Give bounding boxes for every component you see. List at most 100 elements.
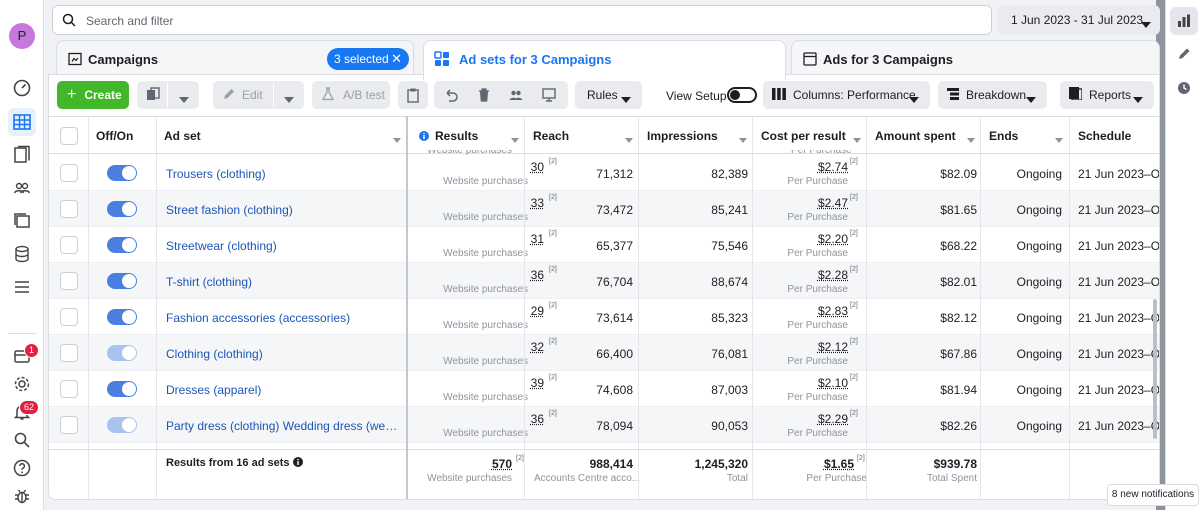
create-button[interactable]: + Create [57, 81, 129, 109]
chevron-down-icon [909, 92, 919, 106]
table-row[interactable]: Trousers (clothing) 30 [2] Website purchase… [49, 155, 1159, 191]
bug-report-icon[interactable] [8, 482, 36, 510]
ad-set-toggle[interactable] [107, 417, 137, 433]
vertical-scrollbar[interactable] [1153, 299, 1157, 439]
results-sub: Website purchases [443, 284, 528, 295]
ad-set-name-link[interactable]: Clothing (clothing) [166, 347, 398, 361]
reports-dropdown[interactable]: Reports [1060, 81, 1154, 109]
ad-set-name-link[interactable]: Trousers (clothing) [166, 167, 398, 181]
col-cost-per-result[interactable]: Cost per result [761, 129, 846, 143]
settings-gear-icon[interactable] [8, 370, 36, 398]
ad-set-toggle[interactable] [107, 165, 137, 181]
history-clock-icon[interactable] [1170, 74, 1198, 102]
sort-icon[interactable] [739, 132, 747, 146]
ad-set-name-link[interactable]: Street fashion (clothing) [166, 203, 398, 217]
col-off-on[interactable]: Off/On [96, 129, 133, 143]
info-icon[interactable] [292, 457, 303, 467]
amount-spent-value: $82.09 [940, 167, 977, 181]
table-row[interactable]: Streetwear (clothing) 31 [2] Website purcha… [49, 227, 1159, 263]
col-reach[interactable]: Reach [533, 129, 569, 143]
col-results[interactable]: Results [435, 129, 478, 143]
ad-set-name-link[interactable]: Party dress (clothing) Wedding dress (we… [166, 419, 398, 433]
view-setup-toggle[interactable] [727, 87, 757, 103]
table-row[interactable]: Street fashion (clothing) 33 [2] Website pu… [49, 191, 1159, 227]
search-nav-icon[interactable] [8, 426, 36, 454]
results-value: 36 [530, 412, 544, 426]
ad-set-name-link[interactable]: Dresses (apparel) [166, 383, 398, 397]
sort-icon[interactable] [625, 132, 633, 146]
table-row[interactable]: Party dress (clothing) Wedding dress (we… [49, 407, 1159, 443]
ad-set-toggle[interactable] [107, 309, 137, 325]
audiences-icon[interactable] [8, 174, 36, 202]
col-ends[interactable]: Ends [989, 129, 1018, 143]
cpr-sub: Per Purchase [787, 212, 848, 223]
row-checkbox[interactable] [60, 200, 78, 218]
ad-set-name-link[interactable]: Streetwear (clothing) [166, 239, 398, 253]
rules-dropdown[interactable]: Rules [575, 81, 642, 109]
row-checkbox[interactable] [60, 416, 78, 434]
menu-icon[interactable] [8, 273, 36, 301]
trash-icon[interactable] [476, 87, 492, 106]
clear-selection-icon[interactable]: ✕ [391, 51, 402, 67]
row-checkbox[interactable] [60, 272, 78, 290]
help-icon[interactable] [8, 454, 36, 482]
ad-set-toggle[interactable] [107, 273, 137, 289]
col-schedule[interactable]: Schedule [1078, 129, 1131, 143]
row-checkbox[interactable] [60, 236, 78, 254]
col-amount-spent[interactable]: Amount spent [875, 129, 956, 143]
ad-set-name-link[interactable]: Fashion accessories (accessories) [166, 311, 398, 325]
sort-icon[interactable] [1055, 132, 1063, 146]
avatar[interactable]: P [9, 23, 35, 49]
table-row[interactable]: Dresses (apparel) 39 [2] Website purchases 7… [49, 371, 1159, 407]
horizontal-scrollbar[interactable] [393, 499, 1055, 500]
table-row[interactable]: Fashion accessories (accessories) 29 [2] We… [49, 299, 1159, 335]
sort-icon[interactable] [393, 132, 401, 146]
preview-icon[interactable] [541, 87, 557, 106]
edit-button[interactable]: Edit [213, 81, 304, 109]
row-checkbox[interactable] [60, 344, 78, 362]
sort-icon[interactable] [967, 132, 975, 146]
notifications-toast[interactable]: 8 new notifications [1107, 484, 1199, 506]
search-input[interactable]: Search and filter [52, 5, 992, 35]
chevron-down-icon[interactable] [179, 92, 189, 106]
info-icon[interactable] [419, 130, 429, 144]
date-range-picker[interactable]: 1 Jun 2023 - 31 Jul 2023 [998, 5, 1160, 35]
select-all-checkbox[interactable] [60, 127, 78, 145]
ab-test-button[interactable]: A/B test [312, 81, 390, 109]
table-row[interactable]: T-shirt (clothing) 36 [2] Website purchases… [49, 263, 1159, 299]
clipboard-button[interactable] [398, 81, 428, 109]
selected-pill[interactable]: 3 selected ✕ [327, 48, 409, 70]
undo-icon[interactable] [443, 87, 459, 106]
footnote-marker: [2] [850, 374, 858, 381]
ad-set-toggle[interactable] [107, 237, 137, 253]
duplicate-button[interactable] [137, 81, 199, 109]
breakdown-dropdown[interactable]: Breakdown [938, 81, 1047, 109]
footnote-marker: [2] [549, 338, 557, 345]
sort-icon[interactable] [853, 132, 861, 146]
ad-set-toggle[interactable] [107, 345, 137, 361]
billing-icon[interactable] [8, 240, 36, 268]
col-ad-set[interactable]: Ad set [164, 129, 201, 143]
ad-set-name-link[interactable]: T-shirt (clothing) [166, 275, 398, 289]
ads-manager-table-icon[interactable] [8, 108, 36, 136]
tab-ads[interactable]: Ads for 3 Campaigns [791, 40, 1160, 76]
media-library-icon[interactable] [8, 207, 36, 235]
pencil-icon[interactable] [1170, 40, 1198, 68]
ad-set-toggle[interactable] [107, 381, 137, 397]
ad-set-toggle[interactable] [107, 201, 137, 217]
row-checkbox[interactable] [60, 308, 78, 326]
total-impressions-sub: Total [726, 473, 748, 484]
tab-ad-sets[interactable]: Ad sets for 3 Campaigns [423, 40, 786, 80]
table-row[interactable]: Clothing (clothing) 32 [2] Website purchase… [49, 335, 1159, 371]
row-checkbox[interactable] [60, 164, 78, 182]
columns-dropdown[interactable]: Columns: Performance [763, 81, 930, 109]
dashboard-icon[interactable] [8, 74, 36, 102]
col-impressions[interactable]: Impressions [647, 129, 718, 143]
chevron-down-icon[interactable] [284, 92, 294, 106]
chart-icon[interactable] [1170, 7, 1198, 35]
audience-icon[interactable] [508, 87, 524, 106]
tab-ad-sets-label: Ad sets for 3 Campaigns [459, 52, 612, 67]
pages-icon[interactable] [8, 141, 36, 169]
row-checkbox[interactable] [60, 380, 78, 398]
sort-icon[interactable] [511, 132, 519, 146]
